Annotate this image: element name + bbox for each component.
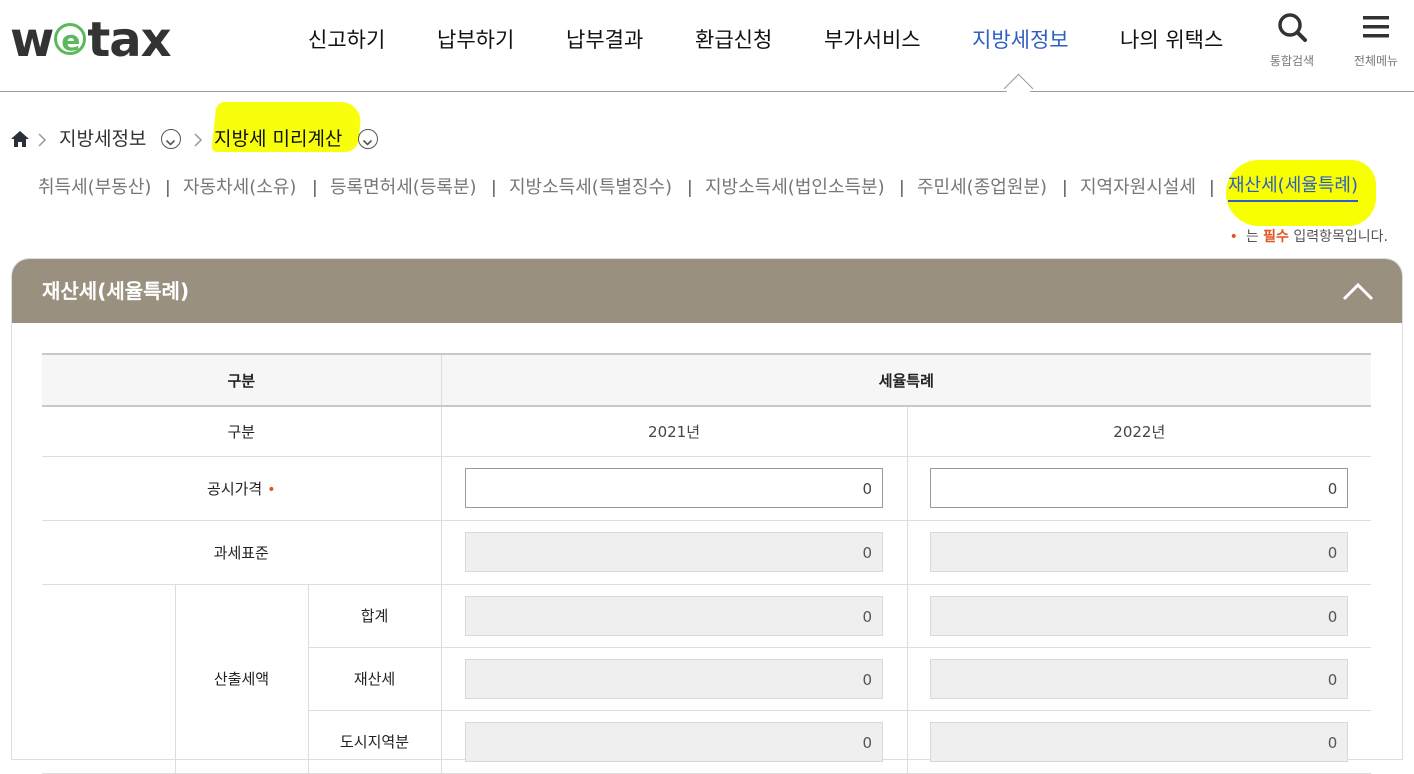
table-header-special-rate: 세율특례 <box>440 353 1372 407</box>
tab-divider: | <box>687 178 693 198</box>
chevron-down-icon[interactable] <box>358 129 378 149</box>
year-2022: 2022년 <box>906 406 1372 457</box>
table-row: 구분 2021년 2022년 <box>42 406 1372 457</box>
tab-divider: | <box>899 178 905 198</box>
nav-item-local-tax-info[interactable]: 지방세정보 <box>972 22 1069 58</box>
urban-area-2022-field: 0 <box>930 721 1349 762</box>
calculation-table: 구분 세율특례 구분 2021년 2022년 공시가격 • 0 0 과세표준 0 … <box>42 353 1372 774</box>
row-label-total: 합계 <box>307 584 442 648</box>
search-button[interactable]: 통합검색 <box>1257 12 1327 69</box>
row-label-urban-area: 도시지역분 <box>307 710 442 774</box>
site-header: w e tax 신고하기 납부하기 납부결과 환급신청 부가서비스 지방세정보 나의… <box>0 0 1414 104</box>
row-label-computed-tax: 산출세액 <box>174 584 308 774</box>
table-header-category: 구분 <box>42 353 442 407</box>
row-label-property-tax: 재산세 <box>307 647 442 711</box>
nav-item-my-wetax[interactable]: 나의 위택스 <box>1120 22 1223 58</box>
tab-divider: | <box>1062 178 1068 198</box>
chevron-right-icon <box>194 133 203 147</box>
hamburger-menu-icon <box>1363 16 1389 38</box>
required-field-note: • 는 필수 입력항목입니다. <box>1229 229 1388 245</box>
tax-base-2022-field: 0 <box>930 532 1349 572</box>
tab-local-income-tax-withholding[interactable]: 지방소득세(특별징수) <box>509 172 672 204</box>
table-row: 산출세액 합계 0 0 <box>42 584 1372 774</box>
tab-divider: | <box>491 178 497 198</box>
breadcrumb-level1[interactable]: 지방세정보 <box>59 124 146 154</box>
table-row: 과세표준 0 0 <box>42 520 1372 585</box>
active-nav-indicator <box>1003 73 1034 104</box>
property-tax-2022-field: 0 <box>930 658 1349 699</box>
official-price-2022-input[interactable]: 0 <box>930 468 1349 508</box>
table-row: 공시가격 • 0 0 <box>42 456 1372 521</box>
breadcrumb-level2[interactable]: 지방세 미리계산 <box>214 124 342 154</box>
panel-title: 재산세(세율특례) <box>42 279 190 303</box>
nav-item-refund[interactable]: 환급신청 <box>695 22 772 58</box>
chevron-up-icon[interactable] <box>1340 277 1376 305</box>
nav-item-pay[interactable]: 납부하기 <box>437 22 514 58</box>
total-2022-field: 0 <box>930 595 1349 636</box>
tab-divider: | <box>312 178 318 198</box>
tab-registration-license-tax[interactable]: 등록면허세(등록분) <box>330 172 477 204</box>
tab-local-income-tax-corporate[interactable]: 지방소득세(법인소득분) <box>705 172 885 204</box>
chevron-right-icon <box>38 133 47 147</box>
tab-divider: | <box>1209 178 1215 198</box>
all-menu-label: 전체메뉴 <box>1353 54 1399 68</box>
row-label-tax-base: 과세표준 <box>42 520 442 585</box>
tab-property-tax-special-rate[interactable]: 재산세(세율특례) <box>1228 172 1358 202</box>
home-icon[interactable] <box>10 130 30 148</box>
tab-resident-tax-employee[interactable]: 주민세(종업원분) <box>917 172 1047 204</box>
tab-regional-resource-facility-tax[interactable]: 지역자원시설세 <box>1080 172 1196 204</box>
tab-vehicle-tax[interactable]: 자동차세(소유) <box>183 172 296 204</box>
total-2021-field: 0 <box>465 595 884 636</box>
row-label-category: 구분 <box>42 406 442 457</box>
property-tax-2021-field: 0 <box>465 658 884 699</box>
nav-item-extra-services[interactable]: 부가서비스 <box>824 22 921 58</box>
chevron-down-icon[interactable] <box>161 129 181 149</box>
nav-item-report[interactable]: 신고하기 <box>308 22 385 58</box>
tab-divider: | <box>165 178 171 198</box>
required-mark: • <box>267 481 276 498</box>
all-menu-button[interactable]: 전체메뉴 <box>1341 12 1411 69</box>
panel-header[interactable]: 재산세(세율특례) <box>12 259 1402 323</box>
row-label-official-price: 공시가격 • <box>42 456 442 521</box>
wetax-logo[interactable]: w e tax <box>10 14 172 66</box>
row-empty-cell <box>42 584 175 774</box>
year-2021: 2021년 <box>440 406 908 457</box>
search-label: 통합검색 <box>1269 54 1315 68</box>
official-price-2021-input[interactable]: 0 <box>465 468 884 508</box>
nav-item-pay-result[interactable]: 납부결과 <box>566 22 643 58</box>
tax-base-2021-field: 0 <box>465 532 884 572</box>
search-icon <box>1278 13 1307 42</box>
urban-area-2021-field: 0 <box>465 721 884 762</box>
tab-acquisition-tax[interactable]: 취득세(부동산) <box>38 172 151 204</box>
